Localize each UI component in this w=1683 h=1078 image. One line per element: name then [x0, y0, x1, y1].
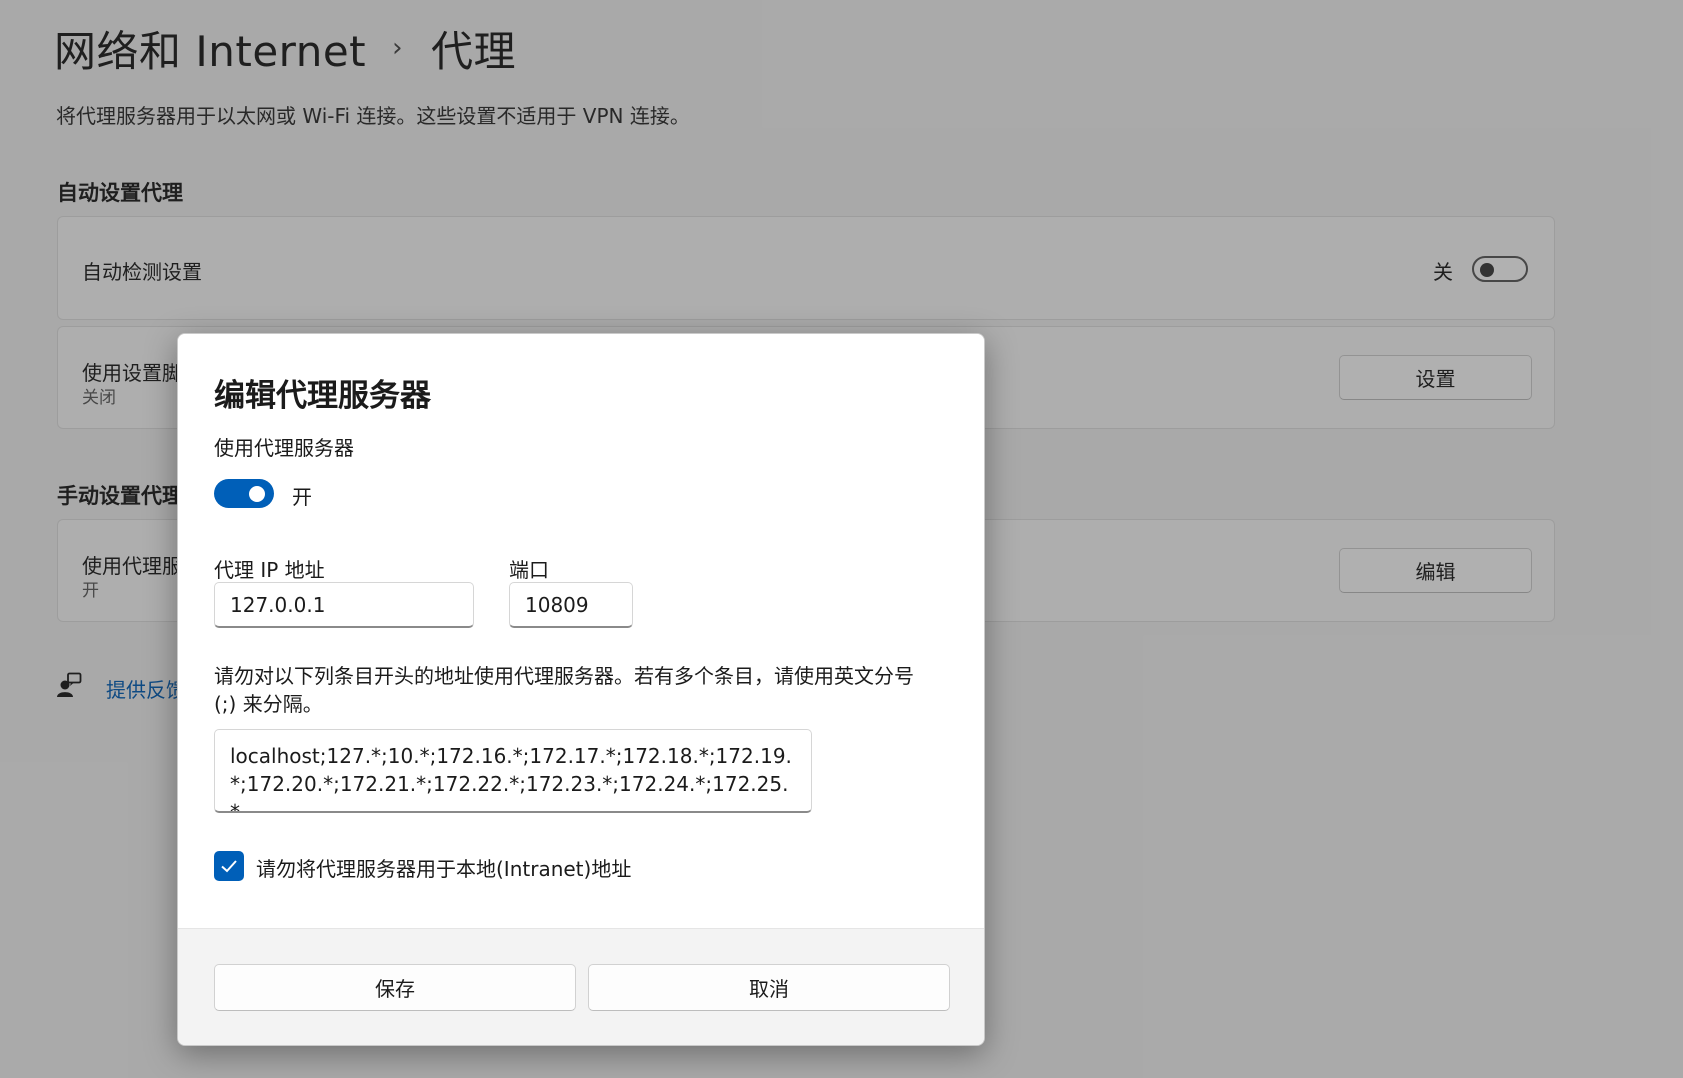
checkmark-icon: [221, 860, 237, 873]
ip-address-label: 代理 IP 地址: [214, 558, 325, 582]
exceptions-label: 请勿对以下列条目开头的地址使用代理服务器。若有多个条目，请使用英文分号 (;) …: [214, 662, 954, 718]
exceptions-textarea[interactable]: localhost;127.*;10.*;172.16.*;172.17.*;1…: [214, 729, 812, 813]
use-proxy-toggle-state: 开: [292, 485, 312, 509]
bypass-local-checkbox[interactable]: [214, 851, 244, 881]
save-button[interactable]: 保存: [214, 964, 576, 1011]
port-label: 端口: [509, 558, 549, 582]
toggle-knob: [249, 486, 265, 502]
edit-proxy-dialog: 编辑代理服务器 使用代理服务器 开 代理 IP 地址 127.0.0.1 端口 …: [177, 333, 985, 1046]
exceptions-label-line1: 请勿对以下列条目开头的地址使用代理服务器。若有多个条目，请使用英文分号: [214, 664, 914, 688]
dialog-title: 编辑代理服务器: [214, 378, 431, 414]
dialog-body: 编辑代理服务器 使用代理服务器 开 代理 IP 地址 127.0.0.1 端口 …: [178, 334, 984, 928]
use-proxy-label: 使用代理服务器: [214, 436, 354, 460]
cancel-button[interactable]: 取消: [588, 964, 950, 1011]
port-input[interactable]: 10809: [509, 582, 633, 628]
use-proxy-toggle[interactable]: [214, 479, 274, 508]
ip-address-input[interactable]: 127.0.0.1: [214, 582, 474, 628]
exceptions-label-line2: (;) 来分隔。: [214, 692, 323, 716]
bypass-local-label: 请勿将代理服务器用于本地(Intranet)地址: [256, 857, 632, 881]
